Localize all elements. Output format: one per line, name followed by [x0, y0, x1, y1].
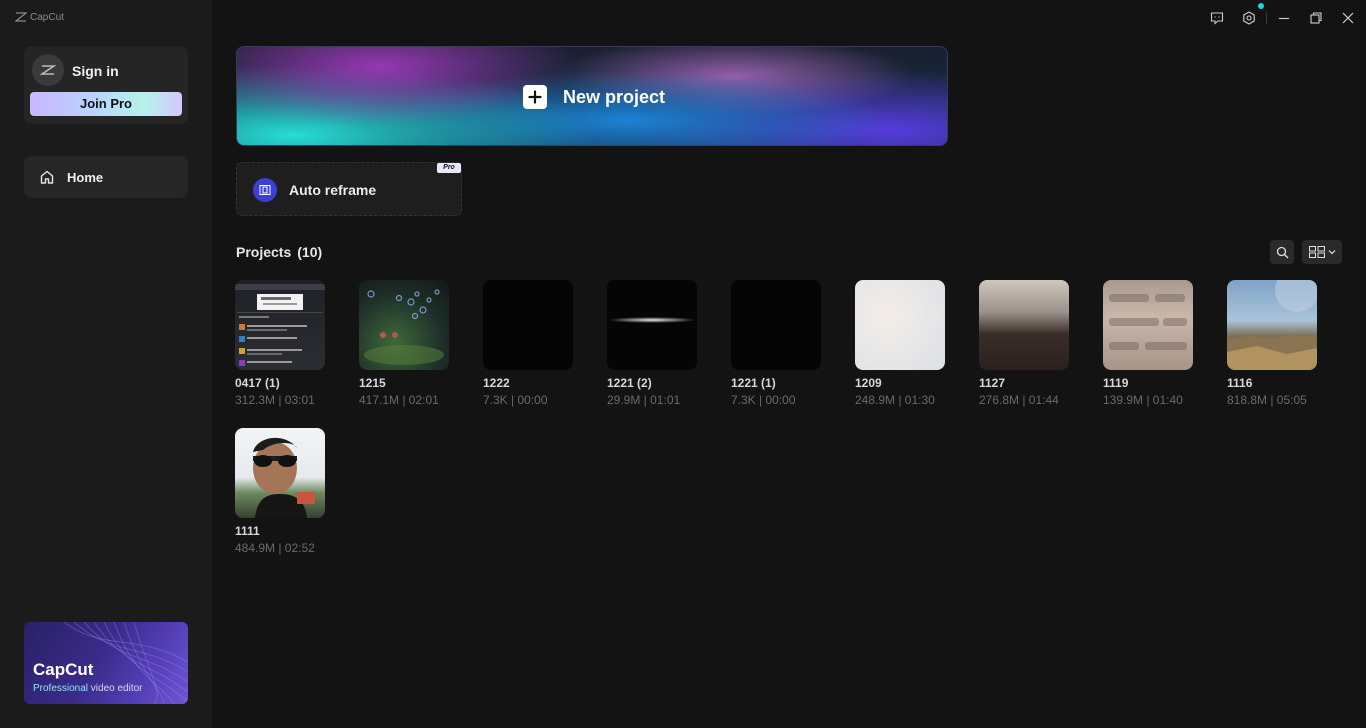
app-title: CapCut	[30, 11, 64, 23]
project-name: 1221 (2)	[607, 376, 652, 390]
feedback-button[interactable]	[1210, 11, 1224, 25]
reframe-icon	[253, 178, 277, 202]
project-meta: 484.9M | 02:52	[235, 541, 315, 555]
restore-button[interactable]	[1309, 11, 1323, 25]
project-meta: 29.9M | 01:01	[607, 393, 681, 407]
avatar[interactable]	[32, 54, 64, 86]
project-tile[interactable]: 1209 248.9M | 01:30	[855, 280, 947, 407]
project-tile[interactable]: 1222 7.3K | 00:00	[483, 280, 575, 407]
grid-view-icon	[1308, 246, 1325, 258]
capcut-logo-icon	[15, 12, 27, 22]
promo-subtitle: Professional video editor	[33, 683, 143, 694]
project-tile[interactable]: 1111 484.9M | 02:52	[235, 428, 327, 555]
project-meta: 276.8M | 01:44	[979, 393, 1059, 407]
project-thumbnail[interactable]	[1103, 280, 1193, 370]
project-name: 1209	[855, 376, 882, 390]
project-name: 1119	[1103, 376, 1129, 390]
settings-button[interactable]	[1242, 11, 1256, 25]
project-name: 1215	[359, 376, 386, 390]
promo-subtitle-highlight: Professional	[33, 683, 89, 694]
blurred-text-thumbnail-art	[1109, 294, 1187, 350]
bokeh-thumbnail-art	[364, 289, 444, 365]
promo-banner[interactable]: CapCut Professional video editor	[24, 622, 188, 704]
new-project-button[interactable]: New project	[236, 46, 948, 146]
project-meta: 7.3K | 00:00	[731, 393, 796, 407]
auto-reframe-button[interactable]: Auto reframe Pro	[236, 162, 462, 216]
new-project-label: New project	[563, 86, 666, 107]
project-meta: 312.3M | 03:01	[235, 393, 315, 407]
account-card: Sign in Join Pro	[24, 46, 188, 124]
close-icon	[1342, 12, 1354, 24]
project-thumbnail[interactable]	[1227, 280, 1317, 370]
project-meta: 818.8M | 05:05	[1227, 393, 1307, 407]
project-tile[interactable]: 1215 417.1M | 02:01	[359, 280, 451, 407]
sign-in-link[interactable]: Sign in	[72, 63, 119, 79]
project-tile[interactable]: 0417 (1) 312.3M | 03:01	[235, 280, 327, 407]
search-button[interactable]	[1270, 240, 1294, 264]
home-icon	[40, 170, 54, 184]
project-tile[interactable]: 1116 818.8M | 05:05	[1227, 280, 1319, 407]
capcut-avatar-icon	[40, 65, 56, 75]
project-tile[interactable]: 1119 139.9M | 01:40	[1103, 280, 1195, 407]
projects-heading: Projects (10)	[236, 244, 322, 260]
sidebar-item-home[interactable]: Home	[24, 156, 188, 198]
project-name: 0417 (1)	[235, 376, 280, 390]
project-thumbnail[interactable]	[235, 428, 325, 518]
project-thumbnail[interactable]	[855, 280, 945, 370]
feedback-icon	[1210, 12, 1224, 25]
close-button[interactable]	[1341, 11, 1355, 25]
minimize-icon	[1279, 17, 1289, 20]
sidebar-item-label: Home	[67, 169, 104, 185]
projects-count: (10)	[297, 244, 323, 260]
restore-icon	[1310, 12, 1322, 24]
notification-dot	[1258, 3, 1264, 9]
project-thumbnail[interactable]	[979, 280, 1069, 370]
search-icon	[1276, 246, 1288, 258]
project-thumbnail[interactable]	[235, 280, 325, 370]
landscape-thumbnail-art	[1227, 280, 1317, 370]
new-project-content: New project	[523, 85, 665, 109]
project-thumbnail[interactable]	[483, 280, 573, 370]
titlebar-divider	[1266, 12, 1267, 24]
portrait-thumbnail-art	[253, 437, 315, 518]
project-name: 1221 (1)	[731, 376, 776, 390]
chevron-down-icon	[1328, 250, 1335, 255]
join-pro-button[interactable]: Join Pro	[30, 92, 182, 116]
project-name: 1111	[235, 524, 260, 538]
pro-badge: Pro	[437, 163, 461, 173]
project-thumbnail[interactable]	[731, 280, 821, 370]
project-tile[interactable]: 1127 276.8M | 01:44	[979, 280, 1071, 407]
project-meta: 7.3K | 00:00	[483, 393, 548, 407]
project-name: 1222	[483, 376, 510, 390]
sidebar: CapCut Sign in Join Pro Home CapCut Prof…	[0, 0, 212, 728]
promo-subtitle-rest: video editor	[88, 683, 143, 694]
project-meta: 248.9M | 01:30	[855, 393, 935, 407]
minimize-button[interactable]	[1277, 11, 1291, 25]
project-name: 1127	[979, 376, 1006, 390]
view-toggle-button[interactable]	[1302, 240, 1342, 264]
plus-icon	[523, 85, 547, 109]
project-thumbnail[interactable]	[359, 280, 449, 370]
projects-title: Projects	[236, 244, 292, 260]
light-streak-thumbnail-art	[608, 317, 696, 323]
settings-icon	[1243, 11, 1255, 25]
promo-title: CapCut	[33, 660, 94, 679]
project-name: 1116	[1227, 376, 1253, 390]
project-tile[interactable]: 1221 (2) 29.9M | 01:01	[607, 280, 699, 407]
auto-reframe-label: Auto reframe	[289, 182, 377, 198]
app-logo: CapCut	[15, 11, 64, 23]
screenshot-thumbnail-art	[235, 284, 325, 366]
project-meta: 417.1M | 02:01	[359, 393, 439, 407]
project-tile[interactable]: 1221 (1) 7.3K | 00:00	[731, 280, 823, 407]
project-meta: 139.9M | 01:40	[1103, 393, 1183, 407]
project-thumbnail[interactable]	[607, 280, 697, 370]
